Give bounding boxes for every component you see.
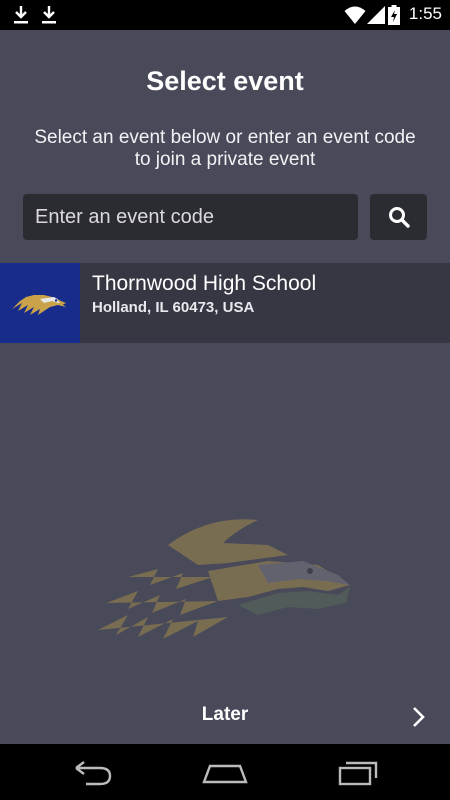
back-button[interactable]: [62, 756, 122, 788]
download-icon: [14, 6, 28, 24]
recents-button[interactable]: [328, 756, 388, 788]
navigation-bar: [0, 744, 450, 800]
eagle-watermark-icon: [98, 519, 350, 639]
home-button[interactable]: [195, 756, 255, 788]
status-time: 1:55: [408, 4, 442, 23]
page-subtitle: Select an event below or enter an event …: [34, 127, 416, 170]
recents-icon: [338, 761, 378, 786]
search-icon: [388, 207, 410, 228]
event-logo: [0, 263, 80, 343]
search-button[interactable]: [370, 194, 427, 240]
chevron-right-icon[interactable]: [411, 706, 427, 728]
battery-charging-icon: [388, 5, 400, 25]
download-icon: [42, 6, 56, 24]
event-list-item[interactable]: Thornwood High School Holland, IL 60473,…: [0, 263, 450, 343]
event-code-input[interactable]: [23, 194, 358, 240]
back-icon: [75, 761, 112, 786]
wifi-icon: [344, 6, 366, 24]
home-icon: [202, 764, 248, 784]
later-button[interactable]: Later: [0, 704, 450, 726]
event-location: Holland, IL 60473, USA: [92, 299, 255, 316]
status-bar: 1:55: [0, 0, 450, 30]
cell-signal-icon: [367, 6, 385, 24]
eagle-logo-icon: [12, 295, 66, 315]
event-name: Thornwood High School: [92, 272, 317, 295]
page-title: Select event: [146, 66, 304, 96]
